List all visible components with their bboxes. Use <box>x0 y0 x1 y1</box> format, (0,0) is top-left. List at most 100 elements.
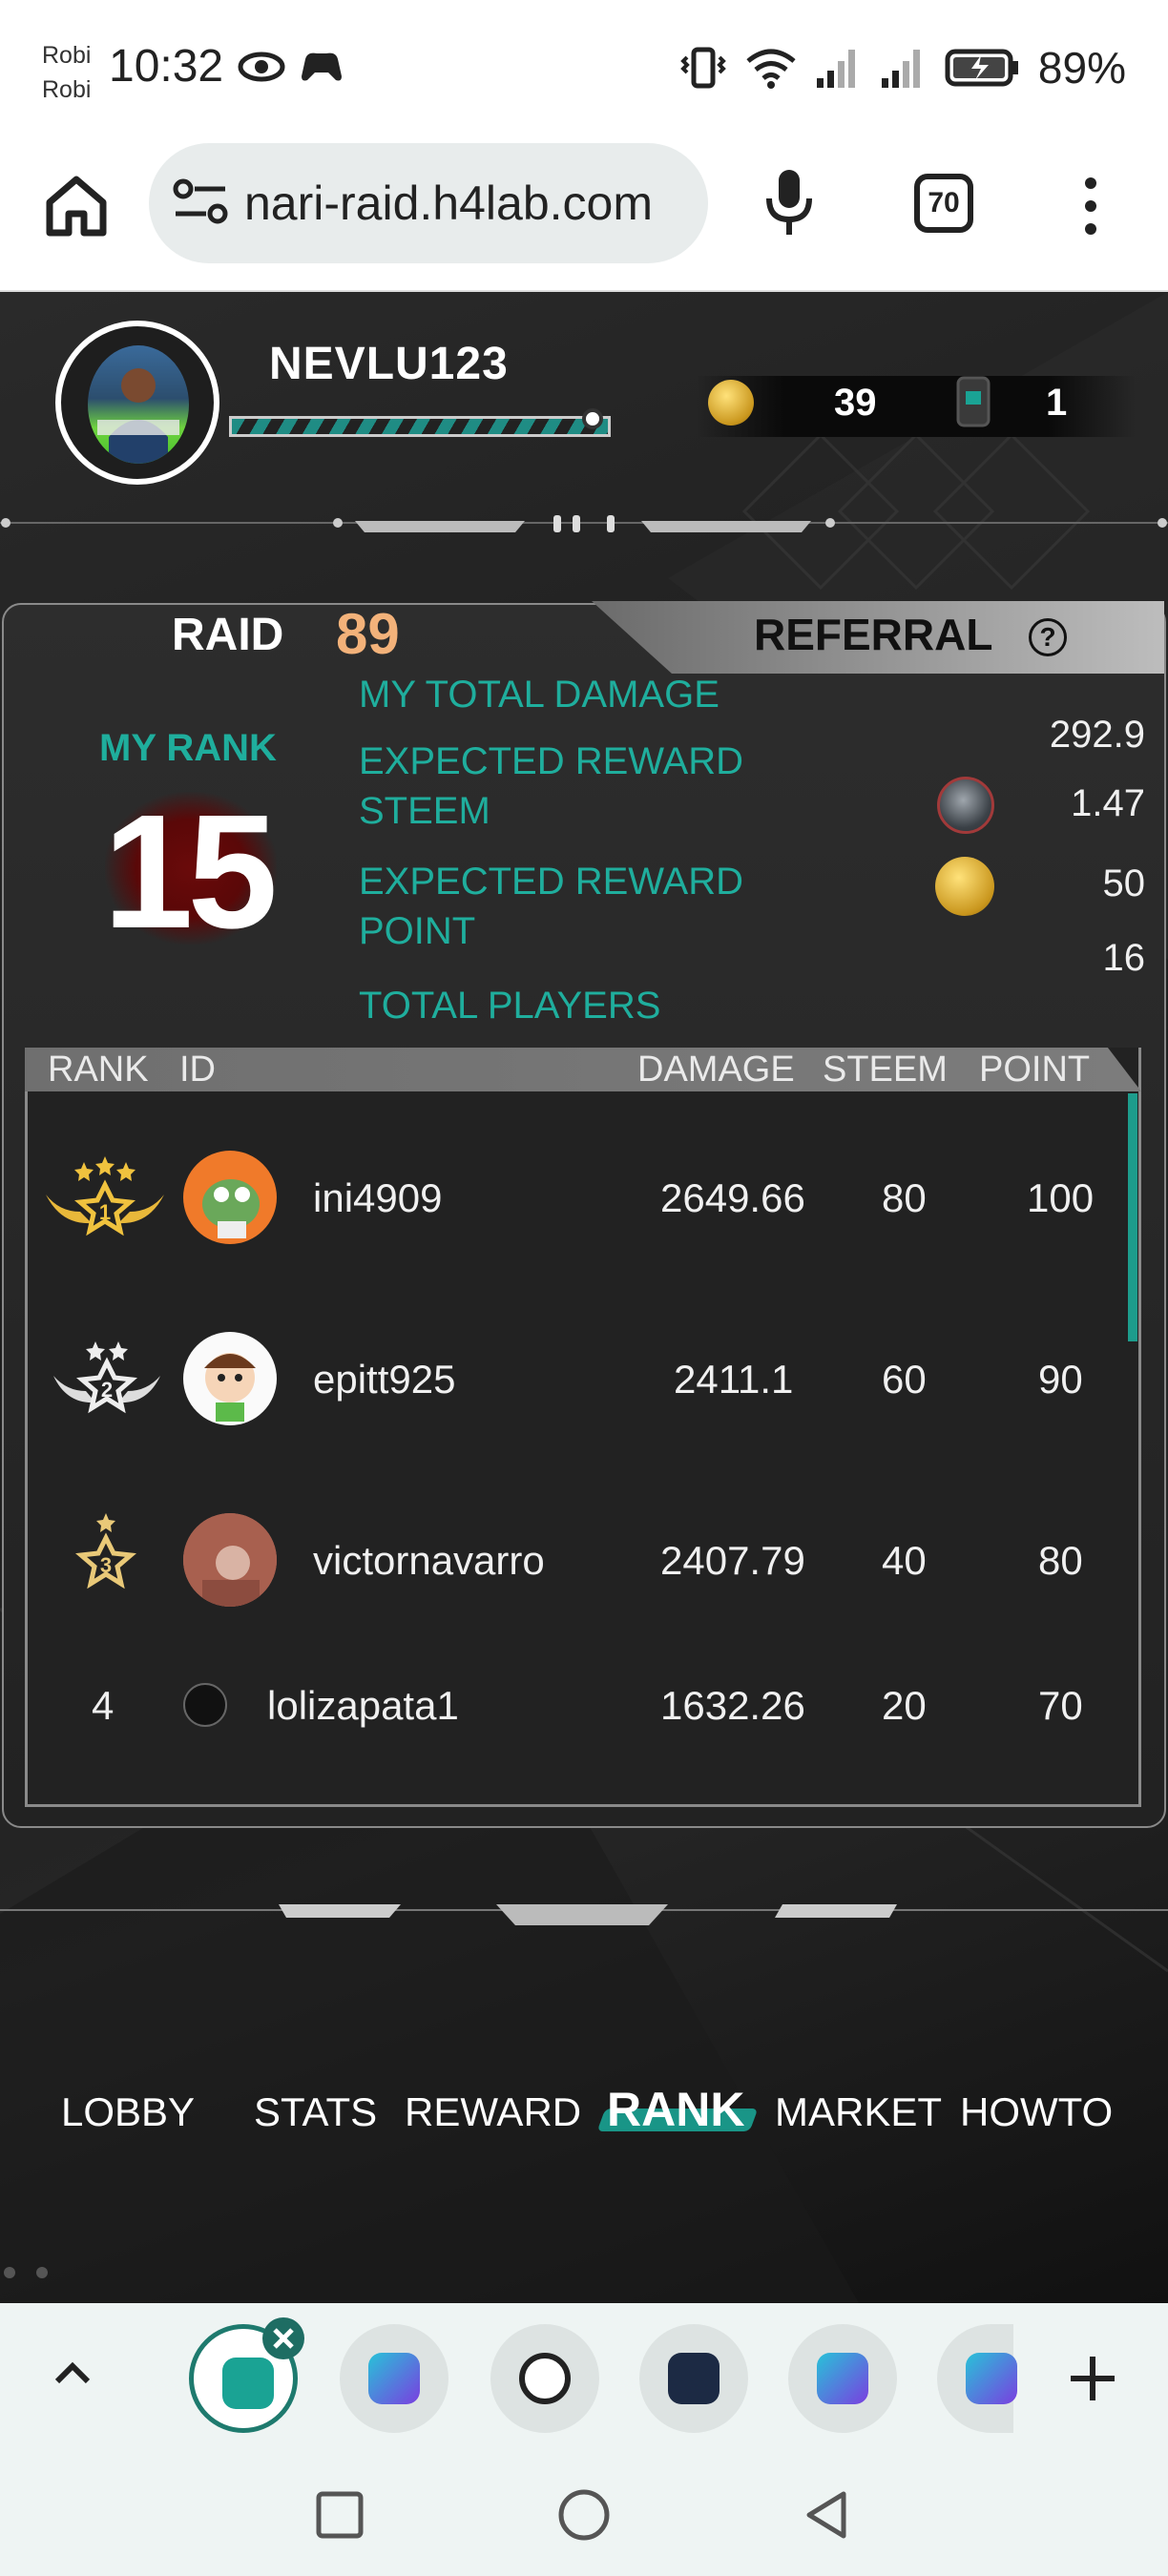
row-id[interactable]: lolizapata1 <box>267 1683 459 1729</box>
row-steem: 20 <box>882 1683 927 1728</box>
total-damage-value: 292.9 <box>1049 714 1145 756</box>
nav-stats[interactable]: STATS <box>254 2089 377 2135</box>
nav-market[interactable]: MARKET <box>775 2089 942 2135</box>
home-button[interactable] <box>40 170 113 242</box>
row-damage: 2407.79 <box>660 1538 805 1583</box>
row-avatar <box>183 1151 277 1244</box>
vibrate-icon <box>680 47 726 89</box>
header-damage: DAMAGE <box>637 1049 795 1090</box>
steem-icon <box>937 777 994 834</box>
row-steem: 40 <box>882 1538 927 1583</box>
my-rank-number: 15 <box>103 781 278 963</box>
help-icon[interactable]: ? <box>1029 618 1067 656</box>
header-rank: RANK <box>48 1049 149 1090</box>
home-icon <box>46 176 107 237</box>
browser-toolbar: nari-raid.h4lab.com 70 <box>0 143 1168 292</box>
row-id[interactable]: epitt925 <box>313 1357 455 1402</box>
tab-3[interactable] <box>490 2324 599 2433</box>
raid-number: 89 <box>336 602 400 666</box>
tab-2[interactable] <box>340 2324 448 2433</box>
row-damage: 1632.26 <box>660 1683 805 1728</box>
recents-square-icon[interactable] <box>315 2490 365 2540</box>
carrier-2: Robi <box>42 76 92 103</box>
wifi-icon <box>746 49 796 89</box>
avatar-photo <box>88 345 189 464</box>
battery-percent: 89% <box>1037 43 1126 93</box>
table-scrollbar[interactable] <box>1128 1093 1137 1341</box>
skull-site-icon <box>519 2353 571 2404</box>
cartoon-avatar <box>204 1353 256 1422</box>
signal-icon-1 <box>816 50 855 88</box>
new-tab-plus-icon[interactable] <box>1067 2353 1118 2404</box>
tab-switcher-button[interactable]: 70 <box>914 174 973 233</box>
site-settings-icon[interactable] <box>172 177 229 227</box>
tab-6[interactable] <box>937 2324 1017 2433</box>
reward-point-label-line2: POINT <box>359 910 476 952</box>
nav-reward[interactable]: REWARD <box>405 2089 581 2135</box>
tab-5[interactable] <box>788 2324 897 2433</box>
browser-menu-button[interactable] <box>1076 176 1105 241</box>
canva-icon <box>966 2353 1017 2404</box>
point-coin-icon <box>935 857 994 916</box>
row-point: 100 <box>1027 1175 1095 1220</box>
status-bar: Robi Robi 10:32 89% <box>0 0 1168 143</box>
total-damage-label: MY TOTAL DAMAGE <box>359 674 720 716</box>
raid-label: RAID <box>172 610 284 660</box>
xp-progress-marker <box>582 408 603 429</box>
profile-avatar[interactable] <box>55 321 219 485</box>
voice-search-button[interactable] <box>761 166 817 243</box>
svg-text:3: 3 <box>100 1553 112 1577</box>
more-vert-icon <box>1085 177 1096 235</box>
row-avatar <box>183 1683 227 1727</box>
game-viewport: NEVLU123 39 1 RAID 89 REFERRAL ? MY RANK… <box>0 292 1168 2303</box>
row-damage: 2411.1 <box>674 1357 794 1402</box>
address-bar[interactable]: nari-raid.h4lab.com <box>149 143 708 263</box>
eye-icon <box>238 52 285 82</box>
header-steem: STEEM <box>823 1049 948 1090</box>
my-rank-label: MY RANK <box>99 727 277 769</box>
rank-1-badge-icon: 1 <box>46 1156 164 1236</box>
svg-text:2: 2 <box>101 1378 113 1402</box>
nav-rank[interactable]: RANK <box>607 2082 744 2137</box>
back-triangle-icon[interactable] <box>802 2488 849 2542</box>
tab-4[interactable] <box>639 2324 748 2433</box>
player-username: NEVLU123 <box>269 339 509 389</box>
row-rank: 4 <box>92 1683 115 1728</box>
signal-icon-2 <box>881 50 920 88</box>
row-id[interactable]: victornavarro <box>313 1538 545 1584</box>
carrier-labels: Robi Robi <box>42 38 91 107</box>
row-point: 90 <box>1038 1357 1083 1402</box>
status-time: 10:32 <box>109 41 224 92</box>
microphone-icon <box>766 170 812 235</box>
status-system-icons: 89% <box>679 42 1126 93</box>
system-navigation-bar <box>0 2454 1168 2576</box>
reward-point-value: 50 <box>1102 862 1146 904</box>
chevron-up-icon[interactable] <box>52 2358 94 2387</box>
frog-avatar <box>202 1179 260 1238</box>
referral-label[interactable]: REFERRAL <box>754 609 992 660</box>
row-point: 70 <box>1038 1683 1083 1728</box>
coin-count: 39 <box>834 382 877 424</box>
nav-howto[interactable]: HOWTO <box>960 2089 1113 2135</box>
row-damage: 2649.66 <box>660 1175 805 1220</box>
home-circle-icon[interactable] <box>557 2488 611 2542</box>
total-players-value: 16 <box>1102 937 1146 979</box>
rank-3-badge-icon: 3 <box>75 1513 136 1589</box>
row-avatar <box>183 1332 277 1425</box>
row-id[interactable]: ini4909 <box>313 1175 442 1221</box>
url-text[interactable]: nari-raid.h4lab.com <box>244 176 693 231</box>
close-tab-icon[interactable] <box>260 2315 307 2362</box>
row-avatar <box>183 1513 277 1607</box>
tab-group-strip <box>0 2303 1168 2454</box>
nav-lobby[interactable]: LOBBY <box>61 2089 195 2135</box>
reward-steem-label-line2: STEEM <box>359 790 490 832</box>
reward-steem-label-line1: EXPECTED REWARD <box>359 740 744 782</box>
game-controller-icon <box>302 52 342 81</box>
reward-point-label-line1: EXPECTED REWARD <box>359 861 744 903</box>
reward-steem-label: EXPECTED REWARD STEEM <box>359 737 743 836</box>
ticket-icon <box>956 376 991 427</box>
photo-avatar <box>183 1513 277 1607</box>
status-notification-icons <box>237 48 344 86</box>
currency-strip <box>697 376 1136 437</box>
header-id: ID <box>179 1049 216 1090</box>
